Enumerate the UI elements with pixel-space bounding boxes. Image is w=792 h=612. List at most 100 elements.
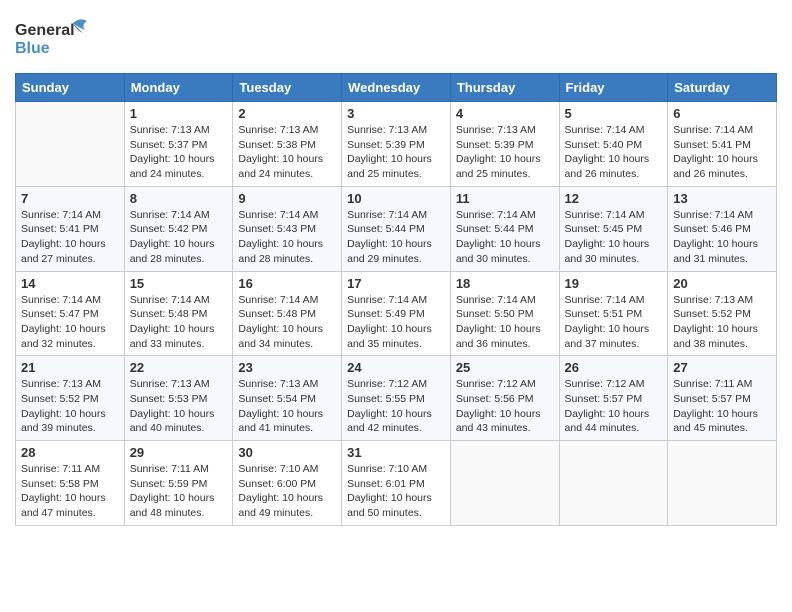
calendar-cell: 14Sunrise: 7:14 AM Sunset: 5:47 PM Dayli… (16, 271, 125, 356)
day-number: 5 (565, 106, 663, 121)
day-number: 24 (347, 360, 445, 375)
calendar-week-5: 28Sunrise: 7:11 AM Sunset: 5:58 PM Dayli… (16, 441, 777, 526)
calendar-cell: 3 Sunrise: 7:13 AM Sunset: 5:39 PM Daylig… (342, 102, 451, 187)
day-info: Sunrise: 7:14 AM Sunset: 5:43 PM Dayligh… (238, 208, 336, 267)
calendar-week-4: 21Sunrise: 7:13 AM Sunset: 5:52 PM Dayli… (16, 356, 777, 441)
day-info: Sunrise: 7:14 AM Sunset: 5:41 PM Dayligh… (21, 208, 119, 267)
day-info: Sunrise: 7:14 AM Sunset: 5:46 PM Dayligh… (673, 208, 771, 267)
calendar-cell: 11 Sunrise: 7:14 AM Sunset: 5:44 PM Dayli… (450, 186, 559, 271)
calendar-cell: 23 Sunrise: 7:13 AM Sunset: 5:54 PM Dayli… (233, 356, 342, 441)
day-number: 20 (673, 276, 771, 291)
day-info: Sunrise: 7:14 AM Sunset: 5:40 PM Dayligh… (565, 123, 663, 182)
weekday-header-sunday: Sunday (16, 74, 125, 102)
day-number: 22 (130, 360, 228, 375)
day-number: 27 (673, 360, 771, 375)
day-number: 13 (673, 191, 771, 206)
calendar-table: SundayMondayTuesdayWednesdayThursdayFrid… (15, 73, 777, 526)
weekday-header-tuesday: Tuesday (233, 74, 342, 102)
day-info: Sunrise: 7:14 AM Sunset: 5:50 PM Dayligh… (456, 293, 554, 352)
day-info: Sunrise: 7:14 AM Sunset: 5:51 PM Dayligh… (565, 293, 663, 352)
day-number: 16 (238, 276, 336, 291)
calendar-cell: 30Sunrise: 7:10 AM Sunset: 6:00 PM Dayli… (233, 441, 342, 526)
calendar-cell: 21Sunrise: 7:13 AM Sunset: 5:52 PM Dayli… (16, 356, 125, 441)
calendar-cell: 10Sunrise: 7:14 AM Sunset: 5:44 PM Dayli… (342, 186, 451, 271)
day-info: Sunrise: 7:14 AM Sunset: 5:42 PM Dayligh… (130, 208, 228, 267)
calendar-cell: 29 Sunrise: 7:11 AM Sunset: 5:59 PM Dayli… (124, 441, 233, 526)
svg-text:Blue: Blue (15, 40, 50, 57)
day-info: Sunrise: 7:13 AM Sunset: 5:39 PM Dayligh… (456, 123, 554, 182)
day-number: 1 (130, 106, 228, 121)
day-number: 26 (565, 360, 663, 375)
weekday-header-saturday: Saturday (668, 74, 777, 102)
day-number: 14 (21, 276, 119, 291)
calendar-cell (559, 441, 668, 526)
calendar-cell: 19 Sunrise: 7:14 AM Sunset: 5:51 PM Dayli… (559, 271, 668, 356)
day-number: 3 (347, 106, 445, 121)
day-info: Sunrise: 7:14 AM Sunset: 5:48 PM Dayligh… (130, 293, 228, 352)
logo: General Blue (15, 15, 95, 65)
calendar-cell: 24 Sunrise: 7:12 AM Sunset: 5:55 PM Dayli… (342, 356, 451, 441)
calendar-cell: 28Sunrise: 7:11 AM Sunset: 5:58 PM Dayli… (16, 441, 125, 526)
calendar-cell: 5 Sunrise: 7:14 AM Sunset: 5:40 PM Daylig… (559, 102, 668, 187)
day-info: Sunrise: 7:14 AM Sunset: 5:44 PM Dayligh… (347, 208, 445, 267)
weekday-header-thursday: Thursday (450, 74, 559, 102)
calendar-cell: 8Sunrise: 7:14 AM Sunset: 5:42 PM Daylig… (124, 186, 233, 271)
calendar-cell: 2 Sunrise: 7:13 AM Sunset: 5:38 PM Daylig… (233, 102, 342, 187)
calendar-cell: 31Sunrise: 7:10 AM Sunset: 6:01 PM Dayli… (342, 441, 451, 526)
day-number: 21 (21, 360, 119, 375)
day-info: Sunrise: 7:13 AM Sunset: 5:39 PM Dayligh… (347, 123, 445, 182)
day-info: Sunrise: 7:14 AM Sunset: 5:44 PM Dayligh… (456, 208, 554, 267)
day-number: 17 (347, 276, 445, 291)
calendar-cell: 9 Sunrise: 7:14 AM Sunset: 5:43 PM Daylig… (233, 186, 342, 271)
day-number: 15 (130, 276, 228, 291)
day-info: Sunrise: 7:12 AM Sunset: 5:55 PM Dayligh… (347, 377, 445, 436)
day-number: 29 (130, 445, 228, 460)
day-number: 18 (456, 276, 554, 291)
calendar-cell: 1 Sunrise: 7:13 AM Sunset: 5:37 PM Daylig… (124, 102, 233, 187)
calendar-cell (450, 441, 559, 526)
day-number: 9 (238, 191, 336, 206)
calendar-cell: 4Sunrise: 7:13 AM Sunset: 5:39 PM Daylig… (450, 102, 559, 187)
day-info: Sunrise: 7:12 AM Sunset: 5:56 PM Dayligh… (456, 377, 554, 436)
weekday-header-friday: Friday (559, 74, 668, 102)
calendar-cell: 22 Sunrise: 7:13 AM Sunset: 5:53 PM Dayli… (124, 356, 233, 441)
weekday-header-row: SundayMondayTuesdayWednesdayThursdayFrid… (16, 74, 777, 102)
day-number: 11 (456, 191, 554, 206)
calendar-cell: 26 Sunrise: 7:12 AM Sunset: 5:57 PM Dayli… (559, 356, 668, 441)
day-number: 12 (565, 191, 663, 206)
day-info: Sunrise: 7:13 AM Sunset: 5:54 PM Dayligh… (238, 377, 336, 436)
header: General Blue (15, 10, 777, 65)
day-number: 2 (238, 106, 336, 121)
day-number: 23 (238, 360, 336, 375)
calendar-cell: 27Sunrise: 7:11 AM Sunset: 5:57 PM Dayli… (668, 356, 777, 441)
day-info: Sunrise: 7:11 AM Sunset: 5:59 PM Dayligh… (130, 462, 228, 521)
day-info: Sunrise: 7:12 AM Sunset: 5:57 PM Dayligh… (565, 377, 663, 436)
page: General Blue SundayMondayTuesdayWednesda… (0, 0, 792, 541)
day-number: 19 (565, 276, 663, 291)
weekday-header-wednesday: Wednesday (342, 74, 451, 102)
day-info: Sunrise: 7:14 AM Sunset: 5:41 PM Dayligh… (673, 123, 771, 182)
calendar-week-2: 7 Sunrise: 7:14 AM Sunset: 5:41 PM Daylig… (16, 186, 777, 271)
day-info: Sunrise: 7:13 AM Sunset: 5:52 PM Dayligh… (673, 293, 771, 352)
day-info: Sunrise: 7:14 AM Sunset: 5:45 PM Dayligh… (565, 208, 663, 267)
day-info: Sunrise: 7:10 AM Sunset: 6:01 PM Dayligh… (347, 462, 445, 521)
day-info: Sunrise: 7:13 AM Sunset: 5:38 PM Dayligh… (238, 123, 336, 182)
day-number: 6 (673, 106, 771, 121)
calendar-cell: 18 Sunrise: 7:14 AM Sunset: 5:50 PM Dayli… (450, 271, 559, 356)
day-info: Sunrise: 7:14 AM Sunset: 5:49 PM Dayligh… (347, 293, 445, 352)
day-info: Sunrise: 7:14 AM Sunset: 5:48 PM Dayligh… (238, 293, 336, 352)
day-number: 28 (21, 445, 119, 460)
day-info: Sunrise: 7:13 AM Sunset: 5:53 PM Dayligh… (130, 377, 228, 436)
calendar-cell: 12 Sunrise: 7:14 AM Sunset: 5:45 PM Dayli… (559, 186, 668, 271)
calendar-cell: 20 Sunrise: 7:13 AM Sunset: 5:52 PM Dayli… (668, 271, 777, 356)
day-info: Sunrise: 7:13 AM Sunset: 5:37 PM Dayligh… (130, 123, 228, 182)
calendar-cell (16, 102, 125, 187)
svg-text:General: General (15, 22, 75, 39)
calendar-cell: 6 Sunrise: 7:14 AM Sunset: 5:41 PM Daylig… (668, 102, 777, 187)
calendar-week-1: 1 Sunrise: 7:13 AM Sunset: 5:37 PM Daylig… (16, 102, 777, 187)
calendar-cell: 7 Sunrise: 7:14 AM Sunset: 5:41 PM Daylig… (16, 186, 125, 271)
day-number: 7 (21, 191, 119, 206)
calendar-cell: 25Sunrise: 7:12 AM Sunset: 5:56 PM Dayli… (450, 356, 559, 441)
day-number: 30 (238, 445, 336, 460)
calendar-cell: 15 Sunrise: 7:14 AM Sunset: 5:48 PM Dayli… (124, 271, 233, 356)
